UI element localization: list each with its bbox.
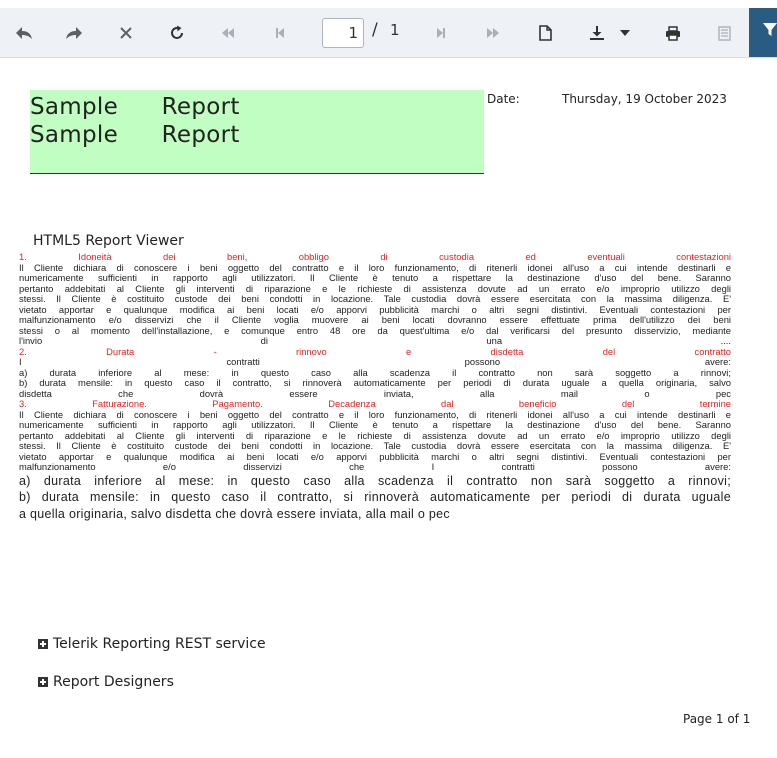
stop-icon[interactable] bbox=[114, 19, 138, 47]
report-banner: Sample Report Sample Report bbox=[30, 90, 484, 174]
report-text-line: I contratti possono avere: bbox=[19, 356, 731, 367]
viewer-title: HTML5 Report Viewer bbox=[33, 233, 184, 249]
filter-button[interactable] bbox=[749, 8, 777, 57]
section-rest-service[interactable]: Telerik Reporting REST service bbox=[38, 636, 266, 652]
report-text-line: 3. Fatturazione. Pagamento. Decadenza da… bbox=[19, 398, 731, 409]
document-map-icon[interactable] bbox=[712, 19, 736, 47]
report-text-line: 1. Idoneità dei beni, obbligo di custodi… bbox=[19, 251, 731, 262]
next-page-icon[interactable] bbox=[429, 19, 453, 47]
report-text-line: malfunzionamento e/o disservizi che il C… bbox=[19, 314, 731, 325]
page-separator: / bbox=[372, 20, 378, 40]
page-footer: Page 1 of 1 bbox=[683, 712, 751, 726]
page-total: 1 bbox=[390, 21, 400, 39]
report-text-line: stessi. Il Cliente è costituito custode … bbox=[19, 293, 731, 304]
date-value: Thursday, 19 October 2023 bbox=[562, 92, 727, 106]
report-text-line: b) durata mensile: in questo caso il con… bbox=[19, 490, 731, 504]
dropdown-icon[interactable] bbox=[614, 19, 636, 47]
report-text-line: numericamente sufficienti in rapporto ag… bbox=[19, 419, 731, 430]
report-text-line: a) durata inferiore al mese: in questo c… bbox=[19, 473, 731, 488]
forward-icon[interactable] bbox=[62, 19, 86, 47]
expand-plus-icon[interactable] bbox=[38, 639, 48, 649]
report-text-line: numericamente sufficienti in rapporto ag… bbox=[19, 272, 731, 283]
page-number-input[interactable] bbox=[322, 18, 364, 48]
previous-page-icon[interactable] bbox=[268, 19, 292, 47]
expand-plus-icon[interactable] bbox=[38, 677, 48, 687]
date-label: Date: bbox=[487, 92, 520, 106]
print-icon[interactable] bbox=[661, 19, 685, 47]
report-text-line: b) durata mensile: in questo caso il con… bbox=[19, 377, 731, 388]
last-page-icon[interactable] bbox=[481, 19, 505, 47]
report-text-line: stessi. Il Cliente è costituito custode … bbox=[19, 440, 731, 451]
banner-title-line: Sample Report bbox=[30, 94, 240, 120]
section-label: Telerik Reporting REST service bbox=[53, 636, 266, 652]
report-body-text: 1. Idoneità dei beni, obbligo di custodi… bbox=[19, 251, 731, 522]
export-icon[interactable] bbox=[585, 19, 609, 47]
report-text-line: malfunzionamento e/o disservizi che I co… bbox=[19, 461, 731, 472]
back-icon[interactable] bbox=[12, 19, 36, 47]
document-icon[interactable] bbox=[533, 19, 557, 47]
refresh-icon[interactable] bbox=[165, 19, 189, 47]
report-text-line: a quella originaria, salvo disdetta che … bbox=[19, 506, 450, 521]
section-label: Report Designers bbox=[53, 674, 174, 690]
first-page-icon[interactable] bbox=[216, 19, 240, 47]
filter-icon bbox=[763, 23, 777, 36]
section-report-designers[interactable]: Report Designers bbox=[38, 674, 174, 690]
report-text-line: l'invio di una .... bbox=[19, 335, 731, 346]
banner-title-line: Sample Report bbox=[30, 122, 240, 148]
report-viewer-toolbar: / 1 bbox=[0, 0, 777, 58]
